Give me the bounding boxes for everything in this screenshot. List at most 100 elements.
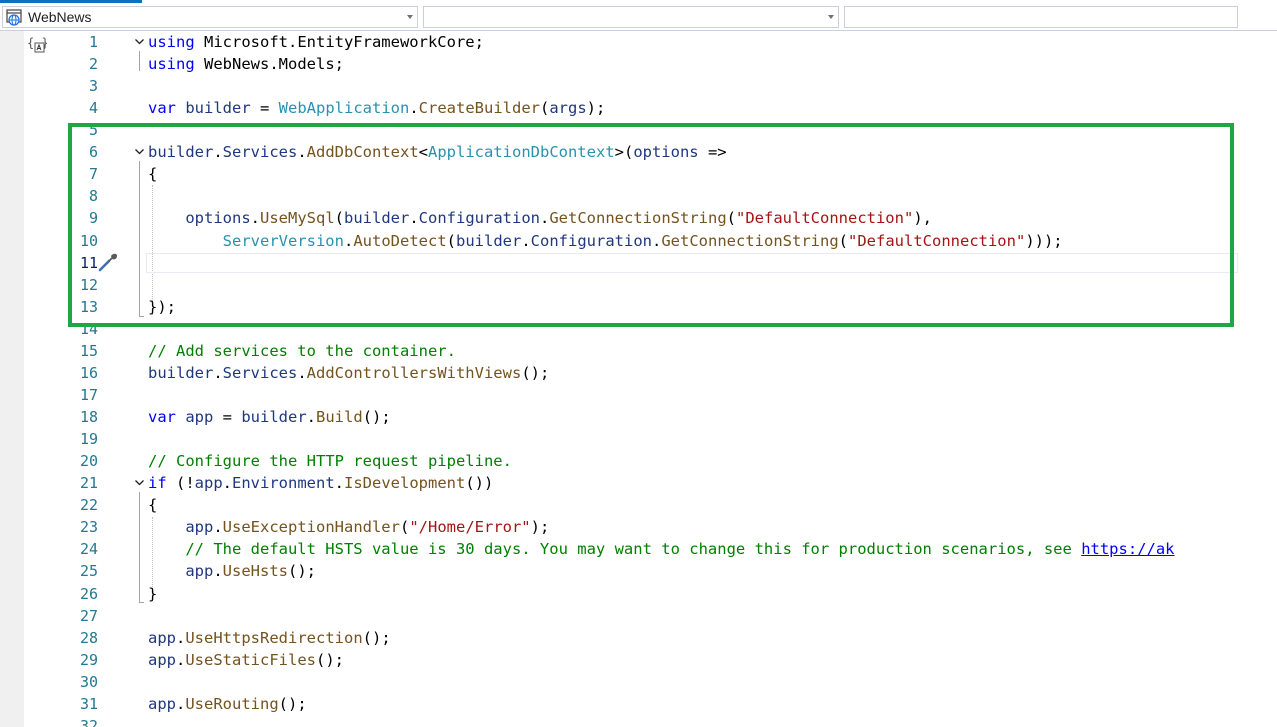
code-token: CreateBuilder bbox=[418, 99, 540, 118]
code-token: WebApplication bbox=[278, 99, 410, 118]
line-number: 20 bbox=[79, 452, 98, 471]
code-token: Environment bbox=[232, 474, 335, 493]
code-token: app bbox=[185, 408, 214, 427]
line-number: 22 bbox=[79, 496, 98, 515]
annotation-highlight-box bbox=[68, 123, 1234, 327]
member-dropdown[interactable] bbox=[844, 6, 1238, 28]
code-line[interactable]: var builder = WebApplication.CreateBuild… bbox=[148, 97, 605, 119]
code-line[interactable]: } bbox=[148, 583, 157, 605]
code-token: UseExceptionHandler bbox=[222, 518, 400, 537]
code-token: app bbox=[185, 518, 214, 537]
code-line[interactable]: // The default HSTS value is 30 days. Yo… bbox=[148, 538, 1174, 560]
line-number: 16 bbox=[79, 363, 98, 382]
csharp-project-icon bbox=[6, 9, 22, 26]
code-braces-icon[interactable]: { } bbox=[27, 35, 47, 53]
code-token: (); bbox=[362, 408, 391, 427]
line-number: 2 bbox=[88, 55, 98, 74]
code-token: . bbox=[176, 694, 186, 713]
chevron-down-icon[interactable] bbox=[134, 36, 145, 47]
code-line[interactable]: app.UseHttpsRedirection(); bbox=[148, 627, 391, 649]
chevron-down-icon[interactable] bbox=[134, 477, 145, 488]
code-token: args bbox=[549, 99, 587, 118]
code-line[interactable]: var app = builder.Build(); bbox=[148, 406, 391, 428]
line-number: 21 bbox=[79, 474, 98, 493]
code-line[interactable]: // Configure the HTTP request pipeline. bbox=[148, 450, 512, 472]
code-token: UseHttpsRedirection bbox=[185, 628, 363, 647]
line-number: 29 bbox=[79, 650, 98, 669]
code-token: (); bbox=[278, 694, 307, 713]
code-token: (); bbox=[316, 650, 344, 669]
type-dropdown[interactable] bbox=[423, 6, 839, 28]
code-token: var bbox=[148, 99, 176, 118]
code-token: AddControllersWithViews bbox=[306, 363, 522, 382]
code-token: using bbox=[148, 55, 195, 74]
code-line[interactable]: using WebNews.Models; bbox=[148, 53, 344, 75]
code-link[interactable]: https://ak bbox=[1081, 540, 1174, 558]
indicator-margin bbox=[0, 31, 24, 727]
code-line[interactable]: { bbox=[148, 494, 157, 516]
code-token: . bbox=[297, 363, 307, 382]
code-line[interactable]: builder.Services.AddControllersWithViews… bbox=[148, 362, 549, 384]
code-line[interactable]: app.UseStaticFiles(); bbox=[148, 649, 344, 671]
code-token: ); bbox=[530, 518, 550, 537]
code-token: } bbox=[148, 584, 158, 603]
code-token: . bbox=[213, 562, 223, 581]
code-token: using bbox=[148, 33, 195, 51]
code-token: . bbox=[334, 474, 345, 493]
code-token: . bbox=[176, 650, 186, 669]
code-token: ( bbox=[399, 518, 410, 537]
code-token: . bbox=[176, 628, 186, 647]
code-line[interactable]: using Microsoft.EntityFrameworkCore; bbox=[148, 31, 484, 53]
code-line[interactable]: // Add services to the container. bbox=[148, 340, 456, 362]
code-token: { bbox=[148, 496, 158, 515]
line-number: 1 bbox=[88, 33, 98, 51]
code-token: . bbox=[213, 363, 223, 382]
line-number: 32 bbox=[79, 716, 98, 727]
code-token: builder bbox=[185, 99, 251, 118]
line-number: 30 bbox=[79, 672, 98, 691]
code-token: Microsoft.EntityFrameworkCore; bbox=[194, 33, 484, 51]
code-token: . bbox=[213, 518, 223, 537]
chevron-down-icon bbox=[828, 15, 834, 19]
project-dropdown[interactable]: WebNews bbox=[2, 6, 418, 28]
code-token: = bbox=[213, 408, 242, 427]
code-token: ()) bbox=[465, 474, 494, 493]
code-line[interactable]: app.UseHsts(); bbox=[148, 560, 316, 582]
line-number: 26 bbox=[79, 584, 98, 603]
code-token: (); bbox=[521, 363, 550, 382]
line-number: 27 bbox=[79, 606, 98, 625]
code-token: // The default HSTS value is 30 days. Yo… bbox=[185, 540, 1082, 559]
code-token: app bbox=[185, 562, 214, 581]
code-token: Services bbox=[222, 363, 298, 382]
code-token: app bbox=[194, 474, 223, 493]
line-number: 4 bbox=[88, 99, 98, 118]
code-line[interactable]: app.UseExceptionHandler("/Home/Error"); bbox=[148, 516, 549, 538]
code-token: ( bbox=[540, 99, 550, 118]
fold-guide-end bbox=[139, 602, 144, 603]
line-number: 24 bbox=[79, 540, 98, 559]
code-token: (); bbox=[362, 628, 391, 647]
line-number: 15 bbox=[79, 341, 98, 360]
code-token: // Add services to the container. bbox=[148, 341, 456, 360]
code-token: Build bbox=[316, 408, 363, 427]
code-token: ); bbox=[586, 99, 606, 118]
code-line[interactable]: app.UseRouting(); bbox=[148, 693, 307, 715]
line-number: 19 bbox=[79, 430, 98, 449]
code-editor[interactable]: { } 123456789101112131415161718192021222… bbox=[0, 31, 1277, 727]
code-token: builder bbox=[148, 363, 214, 382]
code-token: . bbox=[306, 408, 317, 427]
navigation-bar: WebNews bbox=[0, 3, 1277, 31]
code-token: app bbox=[148, 650, 176, 669]
code-line[interactable]: if (!app.Environment.IsDevelopment()) bbox=[148, 472, 493, 494]
code-token: = bbox=[250, 99, 279, 118]
chevron-down-icon bbox=[407, 15, 413, 19]
code-token: (); bbox=[288, 562, 316, 581]
editor-right-gutter bbox=[1238, 31, 1277, 727]
line-number: 18 bbox=[79, 408, 98, 427]
code-token: (! bbox=[166, 474, 195, 493]
line-number: 23 bbox=[79, 518, 98, 537]
